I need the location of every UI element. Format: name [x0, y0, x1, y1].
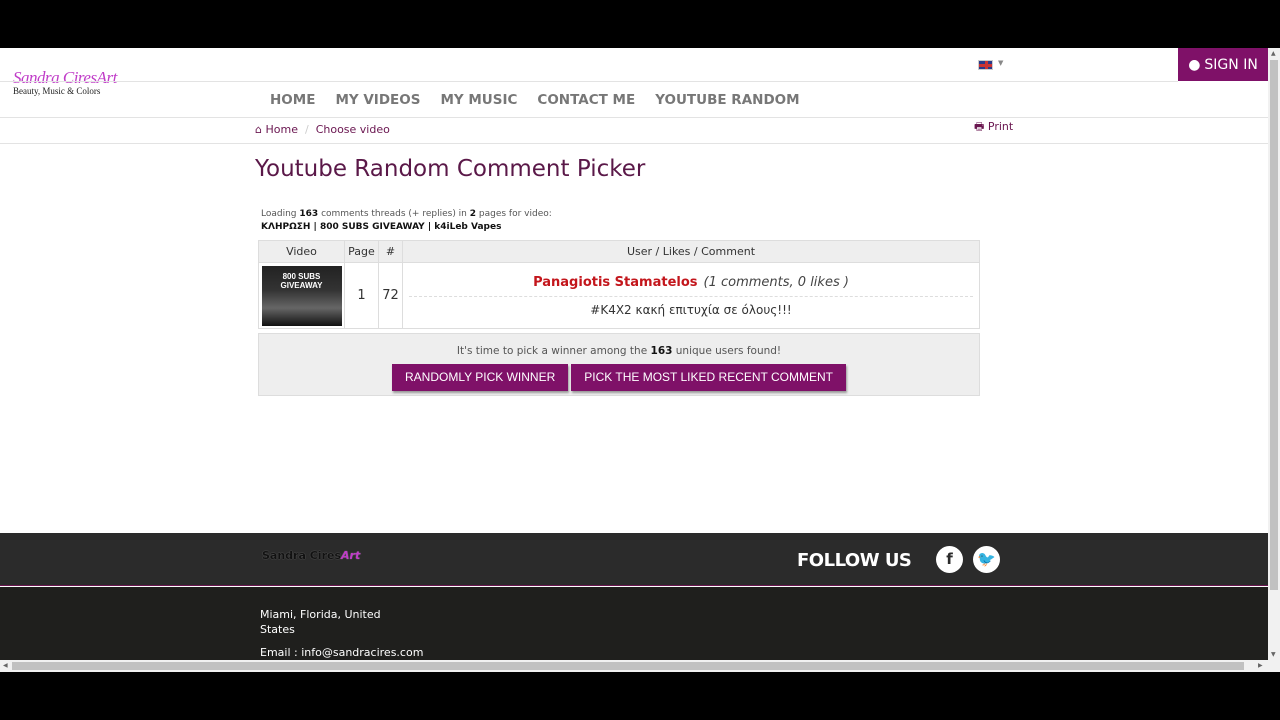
print-label: Print: [987, 120, 1014, 133]
home-icon: ⌂: [255, 123, 266, 136]
random-pick-button[interactable]: RANDOMLY PICK WINNER: [392, 364, 569, 391]
nav-youtube-random[interactable]: YOUTUBE RANDOM: [655, 92, 799, 108]
footer-bottom: Miami, Florida, United States Email : inf…: [0, 587, 1268, 660]
site-logo[interactable]: Sandra CiresArt Beauty, Music & Colors: [13, 68, 117, 96]
vertical-scrollbar[interactable]: ▲ ▼: [1268, 48, 1280, 672]
divider: [0, 143, 1268, 144]
logo-text: Sandra Cires: [13, 68, 97, 87]
sign-in-label: SIGN IN: [1204, 56, 1258, 73]
page-cell: 1: [344, 262, 379, 329]
col-video: Video: [258, 240, 345, 263]
uk-flag-icon[interactable]: [978, 60, 993, 70]
sign-in-button[interactable]: ● SIGN IN: [1178, 48, 1268, 81]
page-title: Youtube Random Comment Picker: [255, 156, 646, 182]
page: Sandra CiresArt Beauty, Music & Colors ▼…: [0, 48, 1268, 660]
footer-logo: Sandra CiresArt: [262, 549, 361, 562]
facebook-icon[interactable]: f: [936, 546, 963, 573]
horizontal-scrollbar[interactable]: ◀ ▶: [0, 660, 1268, 672]
email[interactable]: Email : info@sandracires.com: [260, 646, 423, 659]
nav-home[interactable]: HOME: [270, 92, 315, 108]
video-thumbnail[interactable]: 800 SUBS GIVEAWAY: [261, 265, 342, 326]
nav-my-videos[interactable]: MY VIDEOS: [335, 92, 420, 108]
print-button[interactable]: 🖶 Print: [974, 118, 1013, 137]
breadcrumb-current[interactable]: Choose video: [316, 123, 390, 136]
chevron-down-icon[interactable]: ▼: [998, 59, 1003, 67]
printer-icon: 🖶: [974, 120, 988, 133]
comment-text: #K4X2 κακή επιτυχία σε όλους!!!: [409, 295, 973, 317]
logo-accent: Art: [96, 68, 118, 87]
address: Miami, Florida, United States: [260, 608, 381, 636]
index-cell: 72: [378, 262, 403, 329]
breadcrumb: ⌂ Home / Choose video: [255, 123, 390, 136]
comment-meta: (1 comments, 0 likes ): [703, 274, 849, 290]
pick-panel: It's time to pick a winner among the 163…: [258, 333, 980, 396]
video-title: ΚΛΗΡΩΣΗ | 800 SUBS GIVEAWAY | k4iLeb Vap…: [261, 222, 502, 232]
nav-my-music[interactable]: MY MUSIC: [440, 92, 517, 108]
comments-table: Video Page # User / Likes / Comment 800 SUB…: [258, 240, 980, 329]
divider: [0, 81, 1178, 82]
col-comment: User / Likes / Comment: [402, 240, 980, 263]
breadcrumb-home[interactable]: Home: [265, 123, 297, 136]
table-row: 800 SUBS GIVEAWAY 1 72 Panagiotis Stamat…: [258, 262, 980, 329]
main-nav: HOME MY VIDEOS MY MUSIC CONTACT ME YOUTU…: [270, 92, 800, 108]
col-index: #: [378, 240, 403, 263]
col-page: Page: [344, 240, 379, 263]
user-name[interactable]: Panagiotis Stamatelos: [533, 275, 697, 290]
footer-top: Sandra CiresArt FOLLOW US f 🐦: [0, 533, 1268, 586]
divider: [0, 117, 1268, 118]
twitter-icon[interactable]: 🐦: [973, 546, 1000, 573]
most-liked-button[interactable]: PICK THE MOST LIKED RECENT COMMENT: [571, 364, 846, 391]
follow-us-label: FOLLOW US: [797, 550, 912, 571]
pick-info: It's time to pick a winner among the 163…: [456, 345, 782, 357]
loading-info: Loading 163 comments threads (+ replies)…: [261, 209, 552, 232]
user-circle-icon: ●: [1188, 56, 1201, 73]
nav-contact-me[interactable]: CONTACT ME: [537, 92, 635, 108]
